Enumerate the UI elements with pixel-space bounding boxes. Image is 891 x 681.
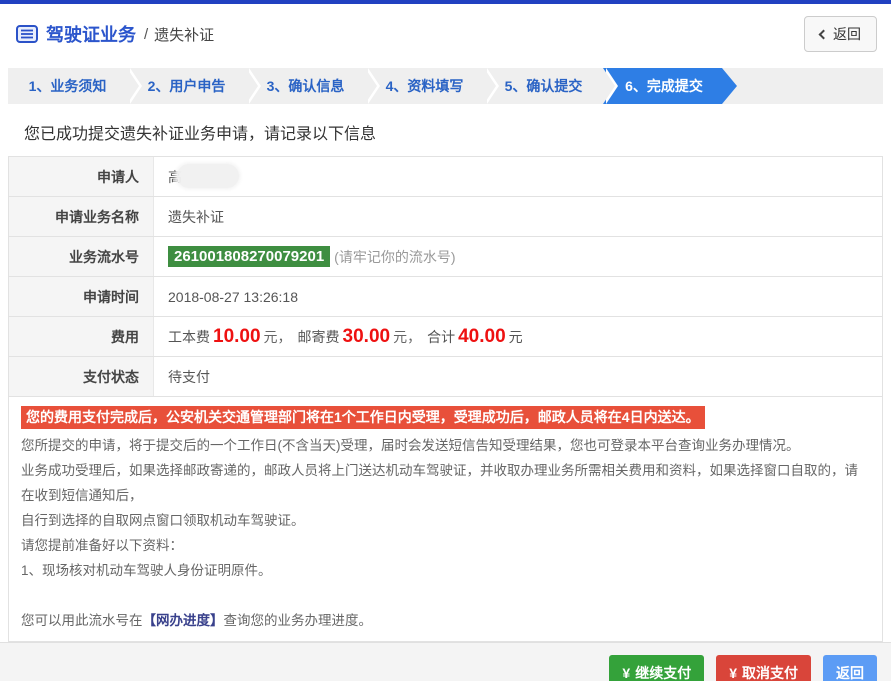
fee-item1-amount: 10.00 <box>213 325 261 347</box>
back-button[interactable]: 返回 <box>804 16 877 52</box>
table-row-business-name: 申请业务名称 遗失补证 <box>9 197 882 237</box>
step-2-user-declaration: 2、用户申告 <box>127 68 261 104</box>
fee-item1-unit: 元， <box>263 328 292 345</box>
notice-paragraph-5: 1、现场核对机动车驾驶人身份证明原件。 <box>21 563 272 578</box>
progress-hint-prefix: 您可以用此流水号在 <box>21 613 143 628</box>
return-button[interactable]: 返回 <box>823 655 877 681</box>
license-list-icon <box>16 25 38 43</box>
fee-item1-label: 工本费 <box>168 328 210 345</box>
cancel-pay-button[interactable]: ¥ 取消支付 <box>716 655 811 681</box>
serial-number-note: (请牢记你的流水号) <box>334 248 456 265</box>
fee-item2-label: 邮寄费 <box>297 328 340 345</box>
notice-paragraph-4: 请您提前准备好以下资料： <box>21 538 183 553</box>
step-label: 1、业务须知 <box>28 78 107 94</box>
row-label: 申请人 <box>9 157 154 196</box>
step-1-business-notice: 1、业务须知 <box>8 68 142 104</box>
applicant-name-redacted: 高 <box>168 163 239 188</box>
back-button-label: 返回 <box>833 26 861 42</box>
step-3-confirm-info: 3、确认信息 <box>246 68 380 104</box>
fee-item2-amount: 30.00 <box>342 325 391 347</box>
breadcrumb-separator: / <box>144 25 149 43</box>
fee-total-unit: 元 <box>508 328 523 345</box>
step-4-fill-materials: 4、资料填写 <box>365 68 499 104</box>
notice-paragraph-2: 业务成功受理后，如果选择邮政寄递的，邮政人员将上门送达机动车驾驶证，并收取办理业… <box>21 463 858 503</box>
row-label: 申请业务名称 <box>9 197 154 236</box>
action-bar: ¥ 继续支付 ¥ 取消支付 返回 <box>0 642 891 681</box>
row-value: 261001808270079201 (请牢记你的流水号) <box>154 237 882 276</box>
row-label: 费用 <box>9 317 154 356</box>
row-value: 2018-08-27 13:26:18 <box>168 288 298 305</box>
breadcrumb: 驾驶证业务 / 遗失补证 <box>16 21 214 47</box>
progress-hint-suffix: 查询您的业务办理进度。 <box>223 613 373 628</box>
notice-paragraph-1: 您所提交的申请，将于提交后的一个工作日(不含当天)受理，届时会发送短信告知受理结… <box>21 438 800 453</box>
step-label: 6、完成提交 <box>625 78 703 94</box>
table-row-fee: 费用 工本费 10.00 元， 邮寄费 30.00 元， 合计 40.00 元 <box>9 317 882 357</box>
table-row-serial-number: 业务流水号 261001808270079201 (请牢记你的流水号) <box>9 237 882 277</box>
step-label: 3、确认信息 <box>266 78 345 94</box>
notice-box: 您的费用支付完成后，公安机关交通管理部门将在1个工作日内受理，受理成功后，邮政人… <box>8 397 883 642</box>
yen-icon: ¥ <box>622 665 631 681</box>
header: 驾驶证业务 / 遗失补证 返回 <box>0 4 891 62</box>
row-value: 遗失补证 <box>168 208 224 225</box>
continue-pay-button[interactable]: ¥ 继续支付 <box>609 655 705 681</box>
page-title: 驾驶证业务 <box>46 25 136 45</box>
step-indicator: 1、业务须知 2、用户申告 3、确认信息 4、资料填写 5、确认提交 6、完成提… <box>8 68 883 104</box>
row-value: 待支付 <box>168 368 210 385</box>
row-label: 支付状态 <box>9 357 154 396</box>
step-label: 5、确认提交 <box>504 78 583 94</box>
table-row-applicant: 申请人 高 <box>9 157 882 197</box>
continue-pay-label: 继续支付 <box>635 665 692 681</box>
info-table: 申请人 高 申请业务名称 遗失补证 业务流水号 2610018082700792… <box>8 156 883 397</box>
serial-number-badge: 261001808270079201 <box>168 246 331 267</box>
step-label: 4、资料填写 <box>385 78 464 94</box>
yen-icon: ¥ <box>729 665 737 681</box>
notice-paragraph-3: 自行到选择的自取网点窗口领取机动车驾驶证。 <box>21 513 305 528</box>
chevron-left-icon <box>818 29 829 39</box>
step-6-complete-submit: 6、完成提交 <box>603 68 737 104</box>
table-row-pay-status: 支付状态 待支付 <box>9 357 882 397</box>
progress-hint: 您可以用此流水号在【网办进度】查询您的业务办理进度。 <box>21 608 870 633</box>
progress-menu-reference: 【网办进度】 <box>142 613 224 628</box>
row-label: 申请时间 <box>9 277 154 316</box>
redaction-blur <box>177 163 239 188</box>
fee-total-amount: 40.00 <box>458 325 506 347</box>
row-value: 高 <box>154 157 882 196</box>
step-5-confirm-submit: 5、确认提交 <box>484 68 618 104</box>
fee-total-label: 合计 <box>427 328 456 345</box>
return-label: 返回 <box>836 665 864 681</box>
step-label: 2、用户申告 <box>147 78 226 94</box>
page: 驾驶证业务 / 遗失补证 返回 1、业务须知 2、用户申告 3、确认信息 4、资… <box>0 0 891 681</box>
cancel-pay-label: 取消支付 <box>742 665 798 681</box>
breadcrumb-current: 遗失补证 <box>154 26 215 44</box>
table-row-apply-time: 申请时间 2018-08-27 13:26:18 <box>9 277 882 317</box>
row-value: 工本费 10.00 元， 邮寄费 30.00 元， 合计 40.00 元 <box>154 317 882 356</box>
success-message: 您已成功提交遗失补证业务申请，请记录以下信息 <box>24 126 377 143</box>
warning-banner: 您的费用支付完成后，公安机关交通管理部门将在1个工作日内受理，受理成功后，邮政人… <box>21 406 705 429</box>
row-label: 业务流水号 <box>9 237 154 276</box>
fee-item2-unit: 元， <box>393 328 422 345</box>
